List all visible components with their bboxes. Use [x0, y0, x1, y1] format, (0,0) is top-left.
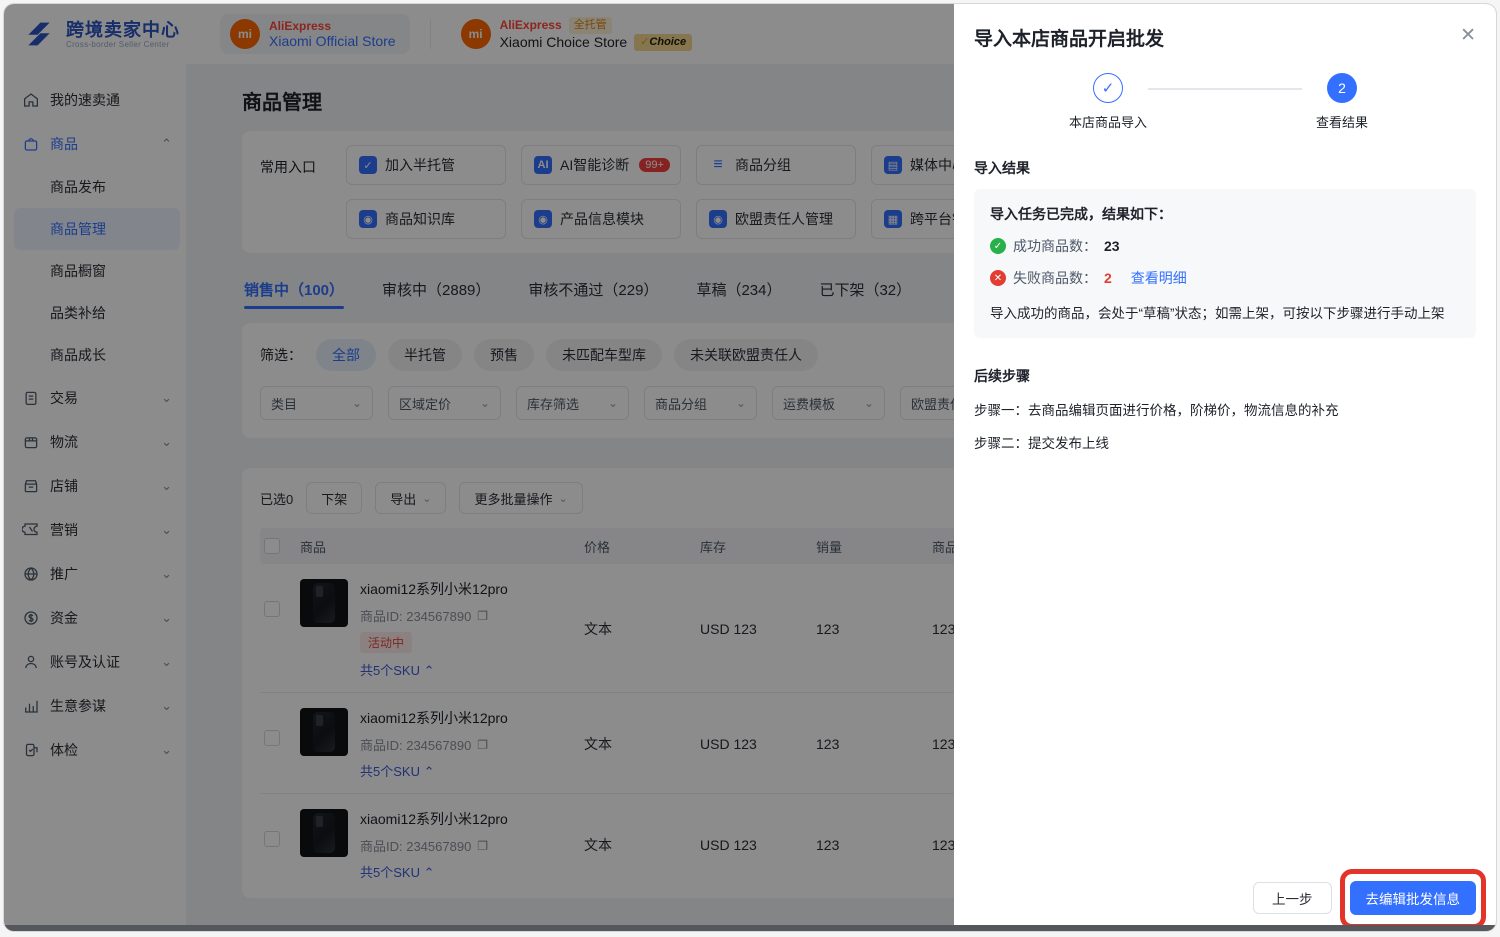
success-count: 23 [1104, 238, 1120, 254]
result-card: 导入任务已完成，结果如下： ✓ 成功商品数： 23 ✕ 失败商品数： 2 查看明… [974, 189, 1476, 338]
next-step-2: 步骤二：提交发布上线 [974, 436, 1109, 451]
edit-wholesale-info-button[interactable]: 去编辑批发信息 [1349, 881, 1476, 915]
screenshot-frame: 跨境卖家中心 Cross-border Seller Center mi Ali… [0, 0, 1500, 937]
drawer-title: 导入本店商品开启批发 [974, 29, 1165, 50]
fail-icon: ✕ [990, 270, 1006, 286]
step-import: ✓ 本店商品导入 [1042, 73, 1174, 131]
fail-count: 2 [1104, 270, 1112, 286]
previous-step-button[interactable]: 上一步 [1253, 882, 1332, 914]
step-view-result: 2 查看结果 [1276, 73, 1408, 131]
step-done-check-icon: ✓ [1093, 73, 1123, 103]
success-icon: ✓ [990, 238, 1006, 254]
next-step-1: 步骤一：去商品编辑页面进行价格，阶梯价，物流信息的补充 [974, 403, 1339, 418]
result-heading: 导入结果 [974, 160, 1030, 176]
stepper: ✓ 本店商品导入 2 查看结果 [974, 73, 1476, 131]
success-label: 成功商品数： [1013, 238, 1097, 254]
result-summary: 导入任务已完成，结果如下： [990, 206, 1172, 222]
next-steps-heading: 后续步骤 [974, 368, 1030, 384]
import-result-drawer: 导入本店商品开启批发 ✕ ✓ 本店商品导入 2 查看结果 导入结果 导入任务已完… [954, 4, 1496, 931]
window-bottom-edge [4, 925, 1496, 931]
step-number: 2 [1327, 73, 1357, 103]
close-icon[interactable]: ✕ [1460, 26, 1476, 45]
result-note: 导入成功的商品，会处于“草稿”状态；如需上架，可按以下步骤进行手动上架 [990, 306, 1445, 321]
app-window: 跨境卖家中心 Cross-border Seller Center mi Ali… [4, 4, 1496, 931]
fail-label: 失败商品数： [1013, 270, 1097, 286]
view-detail-link[interactable]: 查看明细 [1131, 268, 1187, 288]
